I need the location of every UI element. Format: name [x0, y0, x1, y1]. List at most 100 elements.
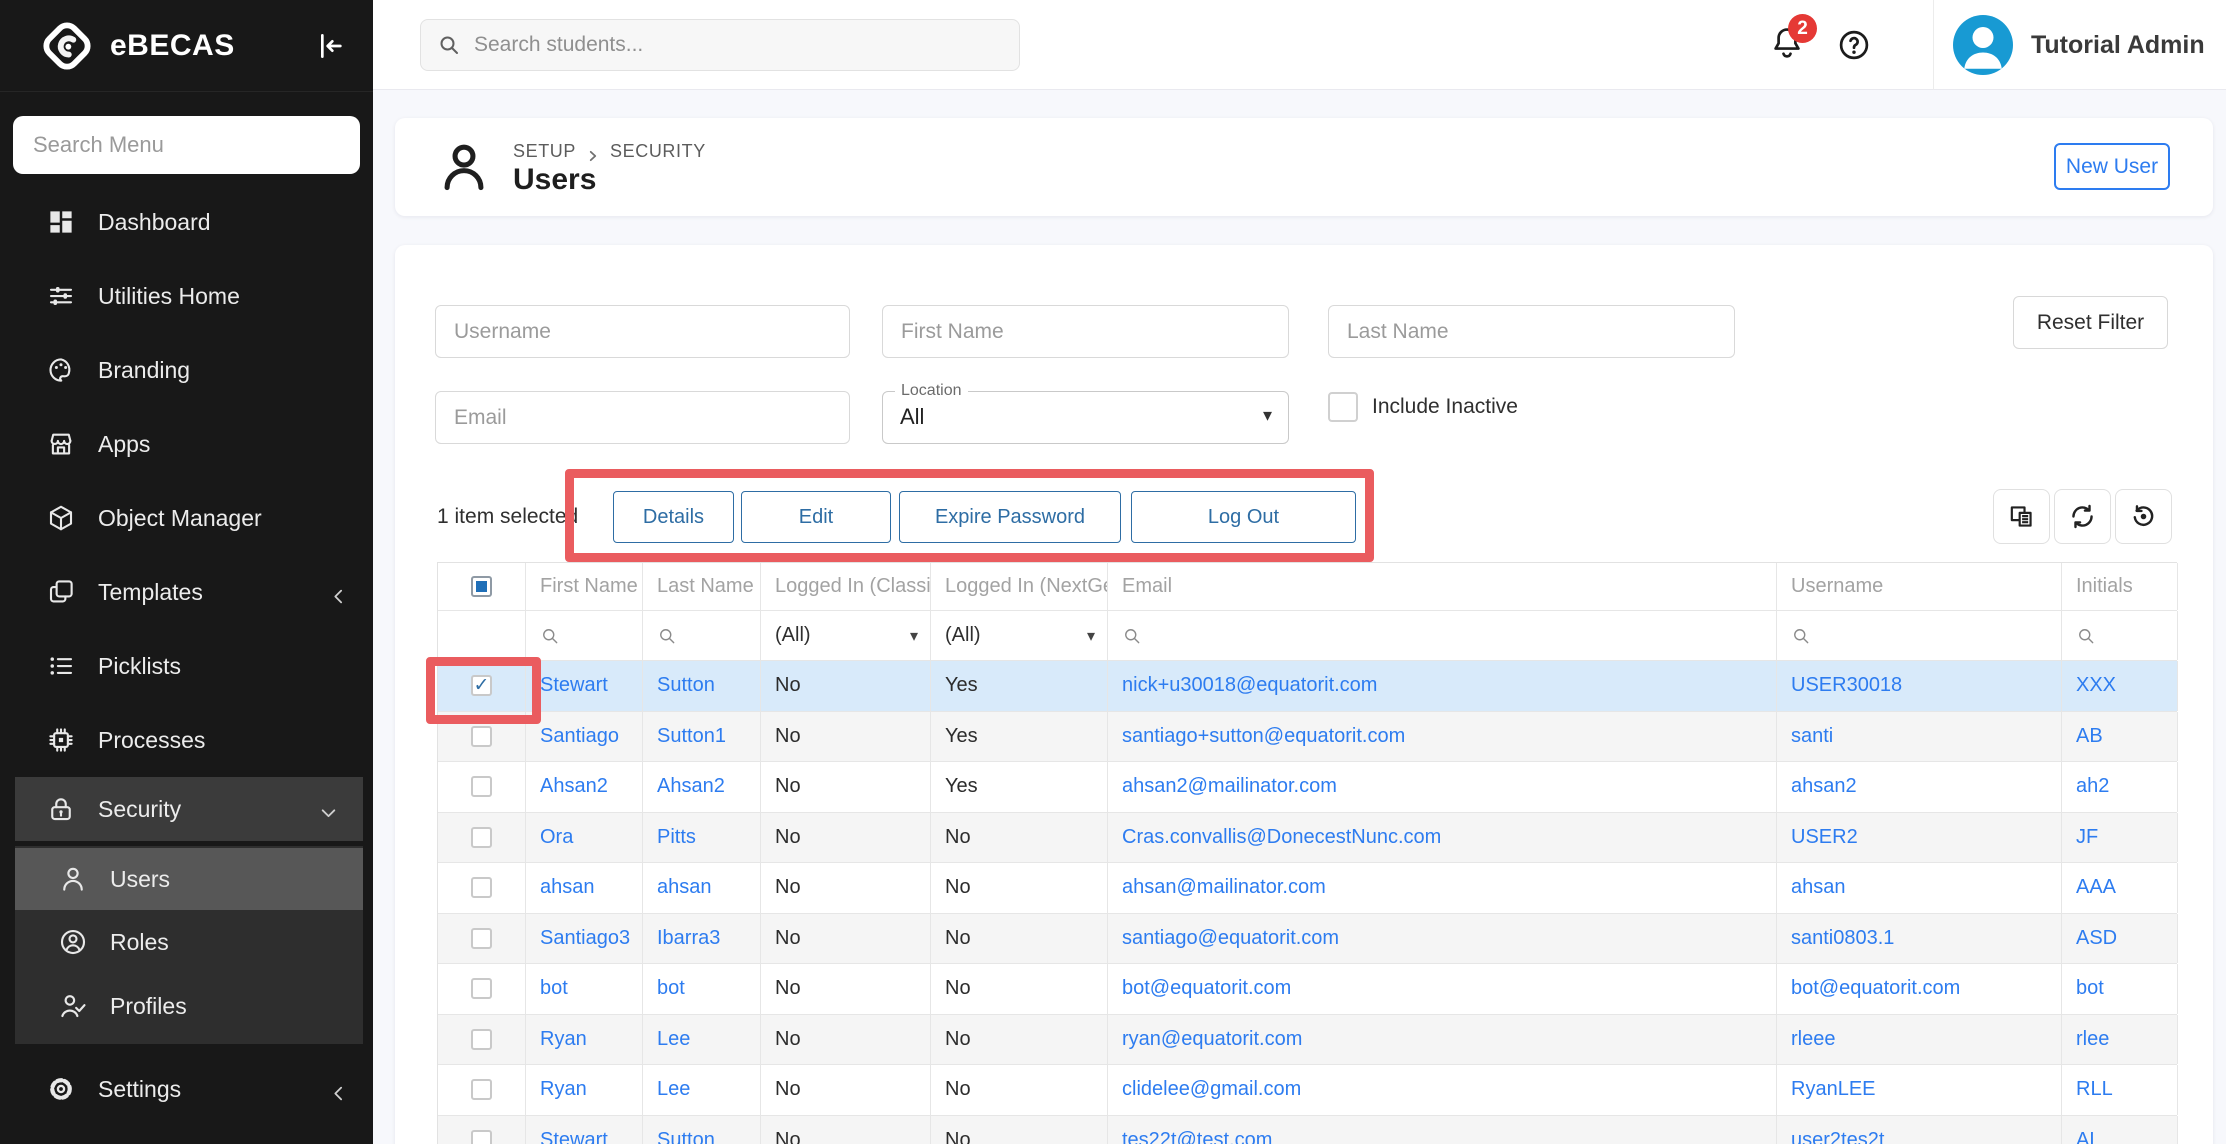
- cell-username[interactable]: RyanLEE: [1777, 1065, 2062, 1115]
- cell-initials[interactable]: XXX: [2062, 661, 2178, 711]
- table-row[interactable]: botbotNoNobot@equatorit.combot@equatorit…: [438, 964, 2177, 1015]
- cell-first-name[interactable]: Ora: [526, 813, 643, 863]
- cell-email[interactable]: Cras.convallis@DonecestNunc.com: [1108, 813, 1777, 863]
- revert-button[interactable]: [2115, 489, 2172, 544]
- cell-username[interactable]: USER30018: [1777, 661, 2062, 711]
- select-all-checkbox[interactable]: [471, 576, 492, 597]
- cell-initials[interactable]: JF: [2062, 813, 2178, 863]
- filter-cell-email[interactable]: [1108, 611, 1777, 660]
- sidebar-item-object-manager[interactable]: Object Manager: [0, 481, 373, 555]
- row-checkbox[interactable]: [471, 978, 492, 999]
- cell-last-name[interactable]: Lee: [643, 1065, 761, 1115]
- cell-initials[interactable]: bot: [2062, 964, 2178, 1014]
- refresh-button[interactable]: [2054, 489, 2111, 544]
- cell-first-name[interactable]: Ryan: [526, 1065, 643, 1115]
- header-logged-in-nextgen[interactable]: Logged In (NextGen)↓: [931, 563, 1108, 610]
- cell-last-name[interactable]: bot: [643, 964, 761, 1014]
- user-avatar[interactable]: [1953, 15, 2013, 75]
- cell-email[interactable]: santiago@equatorit.com: [1108, 914, 1777, 964]
- cell-select[interactable]: [438, 1116, 526, 1144]
- breadcrumb-security[interactable]: SECURITY: [610, 141, 706, 162]
- cell-select[interactable]: [438, 712, 526, 762]
- table-row[interactable]: ✓StewartSuttonNoYesnick+u30018@equatorit…: [438, 661, 2177, 712]
- sidebar-item-dashboard[interactable]: Dashboard: [0, 185, 373, 259]
- filter-cell-initials[interactable]: [2062, 611, 2178, 660]
- help-button[interactable]: [1836, 27, 1872, 63]
- table-row[interactable]: SantiagoSutton1NoYessantiago+sutton@equa…: [438, 712, 2177, 763]
- sidebar-item-utilities-home[interactable]: Utilities Home: [0, 259, 373, 333]
- expire-password-button[interactable]: Expire Password: [899, 491, 1121, 543]
- header-first-name[interactable]: First Name: [526, 563, 643, 610]
- cell-first-name[interactable]: ahsan: [526, 863, 643, 913]
- cell-last-name[interactable]: Lee: [643, 1015, 761, 1065]
- cell-email[interactable]: santiago+sutton@equatorit.com: [1108, 712, 1777, 762]
- sidebar-item-apps[interactable]: Apps: [0, 407, 373, 481]
- header-username[interactable]: Username: [1777, 563, 2062, 610]
- cell-email[interactable]: tes22t@test.com: [1108, 1116, 1777, 1144]
- row-checkbox[interactable]: [471, 1079, 492, 1100]
- sidebar-item-profiles[interactable]: Profiles: [15, 974, 363, 1038]
- filter-cell-logged-in-classic[interactable]: (All)▾: [761, 611, 931, 660]
- cell-first-name[interactable]: Santiago3: [526, 914, 643, 964]
- table-row[interactable]: Ahsan2Ahsan2NoYesahsan2@mailinator.comah…: [438, 762, 2177, 813]
- cell-initials[interactable]: rlee: [2062, 1015, 2178, 1065]
- sidebar-item-users[interactable]: Users: [15, 848, 363, 910]
- cell-first-name[interactable]: bot: [526, 964, 643, 1014]
- cell-email[interactable]: nick+u30018@equatorit.com: [1108, 661, 1777, 711]
- cell-first-name[interactable]: Santiago: [526, 712, 643, 762]
- cell-last-name[interactable]: Ahsan2: [643, 762, 761, 812]
- cell-select[interactable]: [438, 914, 526, 964]
- cell-select[interactable]: [438, 1065, 526, 1115]
- row-checkbox[interactable]: [471, 1130, 492, 1144]
- cell-last-name[interactable]: Ibarra3: [643, 914, 761, 964]
- cell-last-name[interactable]: Sutton1: [643, 712, 761, 762]
- sidebar-item-processes[interactable]: Processes: [0, 703, 373, 777]
- cell-email[interactable]: clidelee@gmail.com: [1108, 1065, 1777, 1115]
- filter-cell-last-name[interactable]: [643, 611, 761, 660]
- sidebar-item-picklists[interactable]: Picklists: [0, 629, 373, 703]
- row-checkbox[interactable]: [471, 726, 492, 747]
- filter-last-name-input[interactable]: [1328, 305, 1735, 358]
- header-last-name[interactable]: Last Name: [643, 563, 761, 610]
- cell-email[interactable]: bot@equatorit.com: [1108, 964, 1777, 1014]
- sidebar-item-roles[interactable]: Roles: [15, 910, 363, 974]
- table-row[interactable]: StewartSuttonNoNotes22t@test.comuser2tes…: [438, 1116, 2177, 1144]
- row-checkbox[interactable]: [471, 827, 492, 848]
- cell-email[interactable]: ahsan@mailinator.com: [1108, 863, 1777, 913]
- user-name[interactable]: Tutorial Admin: [2031, 0, 2205, 90]
- filter-cell-first-name[interactable]: [526, 611, 643, 660]
- header-logged-in-classic[interactable]: Logged In (Classic): [761, 563, 931, 610]
- cell-username[interactable]: rleee: [1777, 1015, 2062, 1065]
- sidebar-item-templates[interactable]: Templates: [0, 555, 373, 629]
- sidebar-collapse-icon[interactable]: [315, 30, 347, 62]
- row-checkbox[interactable]: [471, 776, 492, 797]
- cell-initials[interactable]: AB: [2062, 712, 2178, 762]
- cell-initials[interactable]: AAA: [2062, 863, 2178, 913]
- location-select[interactable]: Location All ▾: [882, 391, 1289, 444]
- cell-username[interactable]: ahsan: [1777, 863, 2062, 913]
- cell-first-name[interactable]: Stewart: [526, 661, 643, 711]
- sidebar-item-branding[interactable]: Branding: [0, 333, 373, 407]
- cell-last-name[interactable]: Sutton: [643, 1116, 761, 1144]
- cell-username[interactable]: santi0803.1: [1777, 914, 2062, 964]
- cell-initials[interactable]: AL: [2062, 1116, 2178, 1144]
- row-checkbox[interactable]: [471, 877, 492, 898]
- log-out-button[interactable]: Log Out: [1131, 491, 1356, 543]
- table-row[interactable]: RyanLeeNoNoryan@equatorit.comrleeerlee: [438, 1015, 2177, 1066]
- filter-username-input[interactable]: [435, 305, 850, 358]
- table-row[interactable]: ahsanahsanNoNoahsan@mailinator.comahsanA…: [438, 863, 2177, 914]
- include-inactive-checkbox[interactable]: [1328, 392, 1358, 422]
- cell-last-name[interactable]: ahsan: [643, 863, 761, 913]
- cell-first-name[interactable]: Ryan: [526, 1015, 643, 1065]
- details-button[interactable]: Details: [613, 491, 734, 543]
- cell-select[interactable]: ✓: [438, 661, 526, 711]
- cell-last-name[interactable]: Sutton: [643, 661, 761, 711]
- breadcrumb-setup[interactable]: SETUP: [513, 141, 576, 162]
- table-row[interactable]: OraPittsNoNoCras.convallis@DonecestNunc.…: [438, 813, 2177, 864]
- cell-last-name[interactable]: Pitts: [643, 813, 761, 863]
- filter-cell-logged-in-nextgen[interactable]: (All)▾: [931, 611, 1108, 660]
- table-row[interactable]: Santiago3Ibarra3NoNosantiago@equatorit.c…: [438, 914, 2177, 965]
- cell-username[interactable]: ahsan2: [1777, 762, 2062, 812]
- cell-first-name[interactable]: Stewart: [526, 1116, 643, 1144]
- header-email[interactable]: Email: [1108, 563, 1777, 610]
